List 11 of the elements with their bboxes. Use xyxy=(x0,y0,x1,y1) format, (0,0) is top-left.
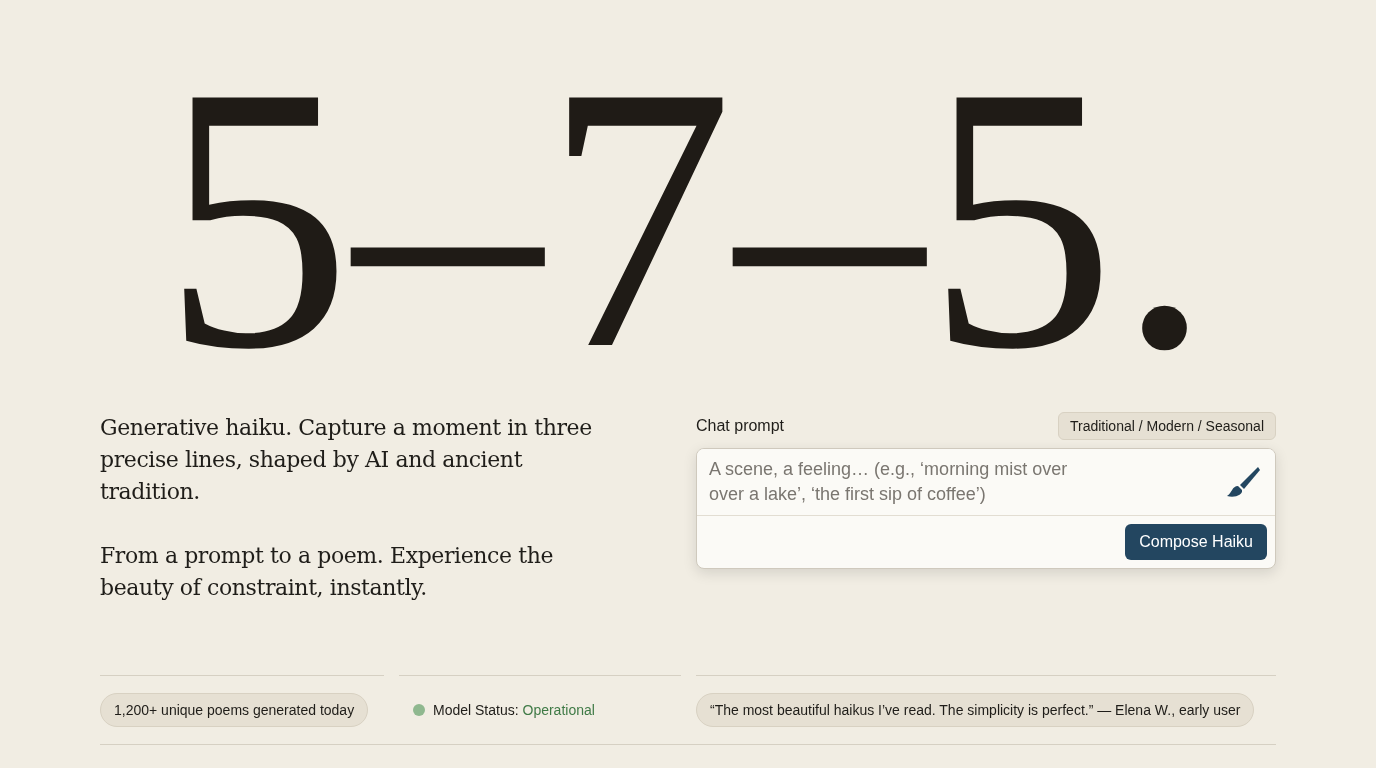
prompt-field[interactable]: A scene, a feeling… (e.g., ‘morning mist over over a lake’, ‘the first sip of coffee’) xyxy=(697,449,1275,516)
compose-button[interactable]: Compose Haiku xyxy=(1125,524,1267,560)
model-status: Model Status: Operational xyxy=(433,702,595,718)
poem-count: 1,200+ unique poems generated today xyxy=(100,693,369,727)
intro-paragraph: From a prompt to a poem. Experience the beauty of constraint, instantly. xyxy=(100,542,555,602)
user-quote: “The most beautiful haikus I’ve read. The simplicity is perfect.” — Elena W., early user xyxy=(696,693,1255,727)
intro-paragraph: Generative haiku. Capture a moment in three precise lines, shaped by AI and ancient tradition. xyxy=(100,414,593,506)
brush-icon xyxy=(1225,465,1261,499)
prompt-label: Chat prompt xyxy=(696,417,785,435)
hero-title: 5–7–5. xyxy=(162,38,1214,398)
style-chip[interactable]: Traditional / Modern / Seasonal xyxy=(1057,412,1276,440)
